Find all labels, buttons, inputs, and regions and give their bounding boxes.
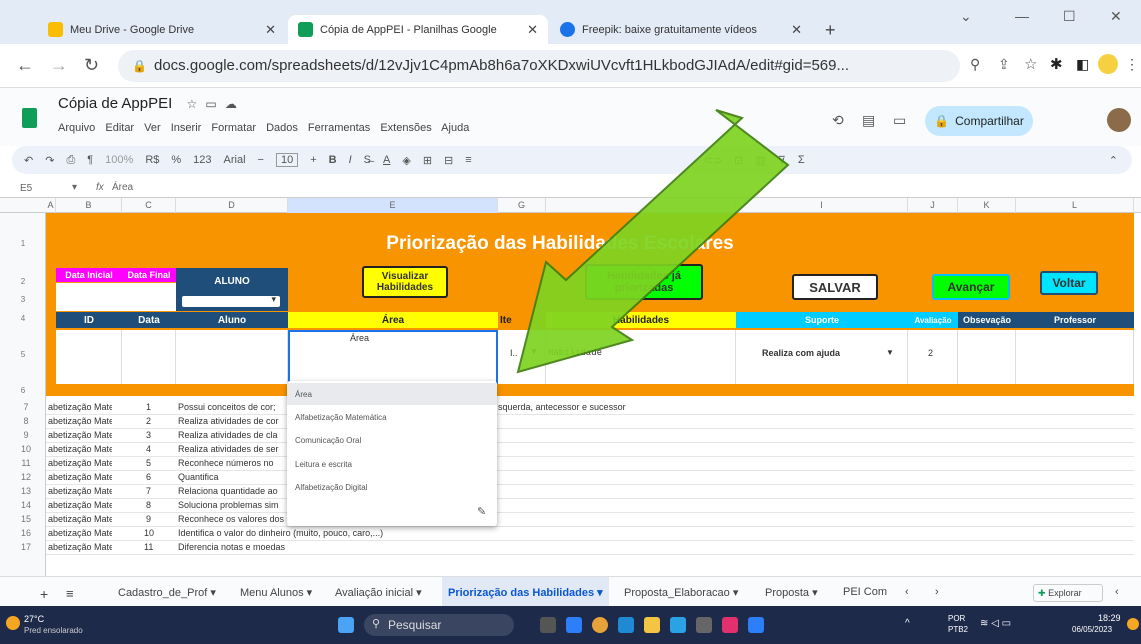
- explore-button[interactable]: ✚ Explorar: [1033, 584, 1103, 602]
- sheet-tab-proposta[interactable]: Proposta ▾: [765, 586, 818, 599]
- sheet-tabs-bar: + ≡ Cadastro_de_Prof ▾ Menu Alunos ▾ Ava…: [0, 576, 1141, 607]
- weather-icon: [6, 616, 20, 630]
- all-sheets-icon[interactable]: ≡: [66, 586, 74, 601]
- chat-icon[interactable]: [566, 617, 582, 633]
- sheet-tab-cadastro[interactable]: Cadastro_de_Prof ▾: [118, 586, 216, 599]
- wifi-volume-battery-icon[interactable]: ≋ ◁ ▭: [980, 618, 1011, 629]
- app-icon[interactable]: [748, 617, 764, 633]
- edge-icon[interactable]: [618, 617, 634, 633]
- sheet-tab-priorizacao[interactable]: Priorização das Habilidades ▾: [442, 577, 609, 607]
- chevron-right-icon[interactable]: ›: [935, 586, 939, 598]
- instagram-icon[interactable]: [722, 617, 738, 633]
- task-view-icon[interactable]: [540, 617, 556, 633]
- file-explorer-icon[interactable]: [644, 617, 660, 633]
- explore-icon: ✚: [1038, 588, 1046, 598]
- taskbar-search[interactable]: ⚲ Pesquisar: [364, 614, 514, 636]
- notification-icon[interactable]: [1127, 618, 1139, 630]
- windows-start-icon[interactable]: [338, 617, 354, 633]
- add-sheet-icon[interactable]: +: [40, 586, 48, 602]
- sheet-tab-menu-alunos[interactable]: Menu Alunos ▾: [240, 586, 312, 599]
- annotation-arrow-icon: [516, 109, 790, 374]
- settings-icon[interactable]: [696, 617, 712, 633]
- store-icon[interactable]: [670, 617, 686, 633]
- side-panel-toggle-icon[interactable]: ‹: [1115, 586, 1119, 598]
- sheet-tab-pei[interactable]: PEI Com: [843, 586, 887, 598]
- chevron-left-icon[interactable]: ‹: [905, 586, 909, 598]
- windows-taskbar: 27°C Pred ensolarado ⚲ Pesquisar ^ POR P…: [0, 606, 1141, 644]
- chrome-icon[interactable]: [592, 617, 608, 633]
- sheet-tab-proposta-elaboracao[interactable]: Proposta_Elaboracao ▾: [624, 586, 738, 599]
- sheet-tab-avaliacao[interactable]: Avaliação inicial ▾: [335, 586, 422, 599]
- search-icon: ⚲: [372, 618, 381, 630]
- tray-chevron-icon[interactable]: ^: [905, 618, 910, 629]
